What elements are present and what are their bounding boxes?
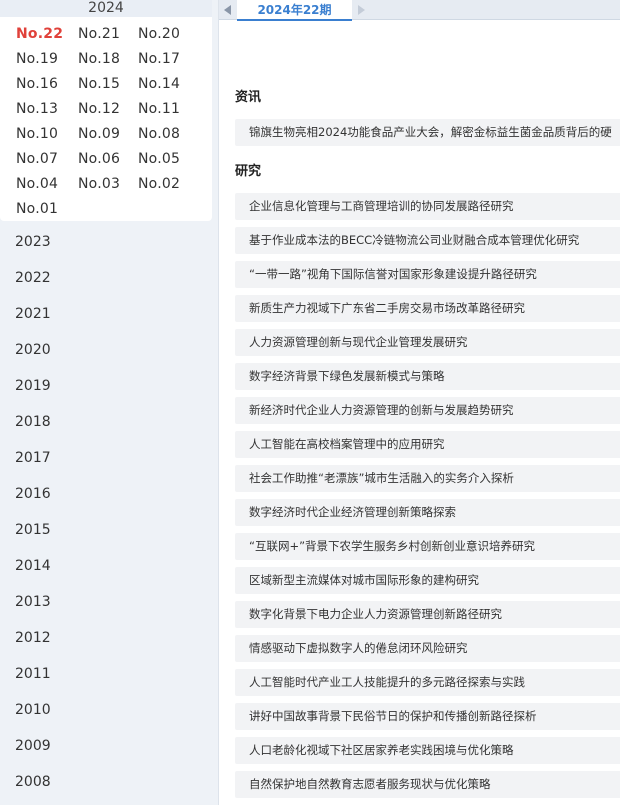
issue-link[interactable]: No.19	[16, 49, 58, 69]
section-title: 资讯	[235, 90, 262, 105]
sidebar-year-2011[interactable]: 2011	[15, 664, 51, 684]
issue-link[interactable]: No.18	[78, 49, 120, 69]
issue-link[interactable]: No.17	[138, 49, 180, 69]
article-link[interactable]: 新经济时代企业人力资源管理的创新与发展趋势研究	[235, 397, 620, 424]
issue-link[interactable]: No.06	[78, 149, 120, 169]
article-link[interactable]: 情感驱动下虚拟数字人的倦怠闭环风险研究	[235, 635, 620, 662]
current-year-header[interactable]: 2024	[0, 0, 212, 17]
sidebar-year-2022[interactable]: 2022	[15, 268, 51, 288]
triangle-right-icon[interactable]	[354, 2, 368, 18]
section-title: 研究	[235, 164, 262, 179]
sidebar-year-2008[interactable]: 2008	[15, 772, 51, 792]
article-link[interactable]: 企业信息化管理与工商管理培训的协同发展路径研究	[235, 193, 620, 220]
article-link[interactable]: 数字经济时代企业经济管理创新策略探索	[235, 499, 620, 526]
current-year-panel: 2024 No.22 No.21 No.20 No.19 No.18 No.17 No.16…	[0, 0, 212, 221]
article-list-panel: 资讯锦旗生物亮相2024功能食品产业大会，解密金标益生菌金品质背后的硬研究企业信…	[219, 21, 620, 805]
sidebar-year-2019[interactable]: 2019	[15, 376, 51, 396]
sidebar-year-2012[interactable]: 2012	[15, 628, 51, 648]
article-link[interactable]: 人工智能时代产业工人技能提升的多元路径探索与实践	[235, 669, 620, 696]
sidebar-year-2009[interactable]: 2009	[15, 736, 51, 756]
issue-link[interactable]: No.20	[138, 24, 180, 44]
article-link[interactable]: 锦旗生物亮相2024功能食品产业大会，解密金标益生菌金品质背后的硬	[235, 119, 620, 146]
sidebar-year-2018[interactable]: 2018	[15, 412, 51, 432]
issue-link[interactable]: No.15	[78, 74, 120, 94]
sidebar-year-2016[interactable]: 2016	[15, 484, 51, 504]
issue-link[interactable]: No.07	[16, 149, 58, 169]
issue-link[interactable]: No.01	[16, 199, 58, 219]
article-link[interactable]: 社会工作助推“老漂族”城市生活融入的实务介入探析	[235, 465, 620, 492]
article-link[interactable]: 数字化背景下电力企业人力资源管理创新路径研究	[235, 601, 620, 628]
sidebar-year-2020[interactable]: 2020	[15, 340, 51, 360]
issue-link[interactable]: No.10	[16, 124, 58, 144]
article-link[interactable]: 区域新型主流媒体对城市国际形象的建构研究	[235, 567, 620, 594]
article-link[interactable]: “一带一路”视角下国际信誉对国家形象建设提升路径研究	[235, 261, 620, 288]
sidebar-year-2017[interactable]: 2017	[15, 448, 51, 468]
article-link[interactable]: 人工智能在高校档案管理中的应用研究	[235, 431, 620, 458]
issue-link[interactable]: No.16	[16, 74, 58, 94]
issue-link[interactable]: No.14	[138, 74, 180, 94]
sidebar-year-2014[interactable]: 2014	[15, 556, 51, 576]
article-link[interactable]: 人力资源管理创新与现代企业管理发展研究	[235, 329, 620, 356]
issue-link[interactable]: No.13	[16, 99, 58, 119]
article-link[interactable]: 自然保护地自然教育志愿者服务现状与优化策略	[235, 771, 620, 798]
sidebar-year-2023[interactable]: 2023	[15, 232, 51, 252]
issue-link[interactable]: No.22	[16, 24, 63, 44]
issue-link[interactable]: No.08	[138, 124, 180, 144]
issue-tab-bar: 2024年22期	[219, 0, 620, 21]
sidebar-year-2021[interactable]: 2021	[15, 304, 51, 324]
issue-link[interactable]: No.11	[138, 99, 180, 119]
article-link[interactable]: 数字经济背景下绿色发展新模式与策略	[235, 363, 620, 390]
sidebar-year-2010[interactable]: 2010	[15, 700, 51, 720]
sidebar-year-2013[interactable]: 2013	[15, 592, 51, 612]
issue-link[interactable]: No.02	[138, 174, 180, 194]
issue-link[interactable]: No.05	[138, 149, 180, 169]
issue-link[interactable]: No.09	[78, 124, 120, 144]
triangle-left-icon[interactable]	[221, 2, 235, 18]
article-link[interactable]: 讲好中国故事背景下民俗节日的保护和传播创新路径探析	[235, 703, 620, 730]
article-link[interactable]: 基于作业成本法的BECC冷链物流公司业财融合成本管理优化研究	[235, 227, 620, 254]
tab-current-issue[interactable]: 2024年22期	[237, 0, 352, 21]
issue-link[interactable]: No.21	[78, 24, 120, 44]
issue-link[interactable]: No.03	[78, 174, 120, 194]
sidebar-year-2015[interactable]: 2015	[15, 520, 51, 540]
article-link[interactable]: 新质生产力视域下广东省二手房交易市场改革路径研究	[235, 295, 620, 322]
article-link[interactable]: 人口老龄化视域下社区居家养老实践困境与优化策略	[235, 737, 620, 764]
sidebar: 2024 No.22 No.21 No.20 No.19 No.18 No.17 No.16…	[0, 0, 219, 805]
article-link[interactable]: “互联网+”背景下农学生服务乡村创新创业意识培养研究	[235, 533, 620, 560]
issue-link[interactable]: No.04	[16, 174, 58, 194]
issue-link[interactable]: No.12	[78, 99, 120, 119]
